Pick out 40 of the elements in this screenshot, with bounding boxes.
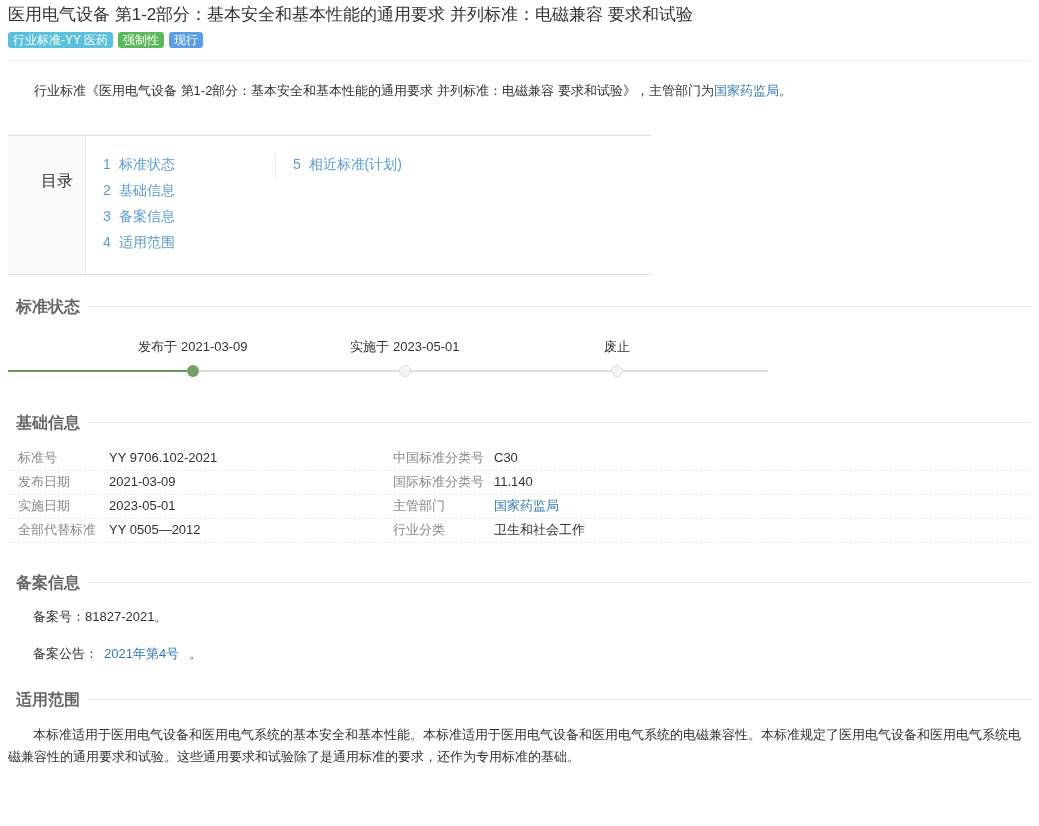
filing-notice-label: 备案公告：	[33, 645, 98, 663]
field-label: 发布日期	[17, 473, 71, 492]
field-value: 11.140	[494, 473, 533, 492]
stage-label: 发布于 2021-03-09	[138, 337, 248, 356]
toc-heading: 目录	[41, 170, 73, 191]
field-label: 主管部门	[393, 497, 446, 516]
punctuation: 。	[187, 645, 202, 663]
section-heading: 适用范围	[16, 689, 80, 710]
tag: 行业标准-YY 医药	[8, 32, 114, 48]
field-label: 全部代替标准	[17, 521, 97, 540]
field-value: 2023-05-01	[109, 497, 176, 516]
field-value: 2021-03-09	[109, 473, 176, 492]
filing-notice-link[interactable]: 2021年第4号	[104, 644, 180, 664]
toc-link[interactable]: 2 基础信息	[103, 178, 275, 201]
field-label: 实施日期	[17, 497, 71, 516]
field-value: 卫生和社会工作	[494, 521, 585, 540]
field-value: YY 0505—2012	[109, 521, 201, 540]
section-heading: 备案信息	[16, 572, 80, 593]
authority-link[interactable]: 国家药监局	[713, 83, 779, 98]
field-label: 行业分类	[393, 521, 446, 540]
intro-text: 行业标准《医用电气设备 第1-2部分：基本安全和基本性能的通用要求 并列标准：电磁兼容 要求和试验》，主管部门为国家药监局。	[33, 82, 793, 100]
toc-link[interactable]: 3 备案信息	[103, 204, 275, 227]
section-heading: 标准状态	[16, 296, 80, 317]
stage-label: 实施于 2023-05-01	[350, 337, 460, 356]
toc-link[interactable]: 1 标准状态	[103, 152, 275, 175]
filing-number: 备案号：81827-2021。	[33, 607, 169, 626]
field-value: C30	[494, 449, 518, 468]
toc-link[interactable]: 4 适用范围	[103, 230, 275, 253]
page-title: 医用电气设备 第1-2部分：基本安全和基本性能的通用要求 并列标准：电磁兼容 要求和试验	[8, 4, 694, 26]
field-label: 国际标准分类号	[393, 473, 485, 492]
tag: 现行	[169, 32, 204, 48]
tag: 强制性	[118, 32, 165, 48]
field-value: YY 9706.102-2021	[109, 449, 218, 468]
field-link[interactable]: 国家药监局	[494, 496, 559, 516]
section-heading: 基础信息	[16, 412, 80, 433]
scope-text: 本标准适用于医用电气设备和医用电气系统的基本安全和基本性能。本标准适用于医用电气设备和医用电气系统的电磁兼容性。本标准规定了医用电气设备和医用电气系统电磁兼容性的通用要求和试验。这些通用要求和试验除了是通用标准的要求，还作为专用标准的基础。	[8, 726, 1022, 766]
toc-link[interactable]: 5 相近标准(计划)	[293, 155, 402, 172]
field-label: 标准号	[17, 449, 58, 468]
field-label: 中国标准分类号	[393, 449, 485, 468]
stage-label: 废止	[604, 337, 630, 356]
